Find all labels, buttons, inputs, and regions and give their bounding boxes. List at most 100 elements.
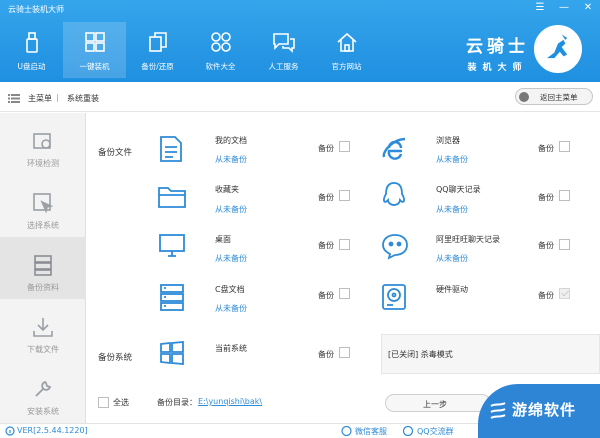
select-all-label: 全选 <box>113 398 129 407</box>
backup-label: 备份 <box>318 241 334 250</box>
item-name: 当前系统 <box>215 344 247 353</box>
item-status: 从未备份 <box>215 205 247 214</box>
folder-icon <box>158 187 186 208</box>
backup-checkbox-wangwang[interactable] <box>559 239 570 250</box>
backup-label: 备份 <box>318 193 334 202</box>
item-name: 桌面 <box>215 235 231 244</box>
document-icon <box>160 136 182 162</box>
backup-checkbox-drivers[interactable] <box>559 288 570 299</box>
window-controls: ☰ — ✕ <box>534 2 594 13</box>
sidebar-item-env-check[interactable]: 环境检测 <box>0 113 86 175</box>
database-icon <box>34 255 52 276</box>
item-name: 硬件驱动 <box>436 285 468 294</box>
copy-icon <box>148 32 167 52</box>
backup-label: 备份 <box>538 241 554 250</box>
watermark-logo-icon <box>490 402 506 419</box>
info-icon <box>5 426 15 436</box>
close-button[interactable]: ✕ <box>582 2 594 13</box>
backup-label: 备份 <box>318 350 334 359</box>
item-name: 我的文档 <box>215 136 247 145</box>
qq-group-link[interactable]: QQ交流群 <box>417 426 454 437</box>
backup-files-heading: 备份文件 <box>98 148 133 158</box>
backup-label: 备份 <box>538 144 554 153</box>
sidebar-item-install[interactable]: 安装系统 <box>0 361 86 423</box>
item-name: C盘文档 <box>215 285 245 294</box>
disk-icon <box>382 284 406 310</box>
item-status: 从未备份 <box>215 254 247 263</box>
nav-official-site[interactable]: 官方网站 <box>315 22 378 78</box>
antivirus-mode-status[interactable]: [已关闭] 杀毒模式 <box>388 349 453 360</box>
backup-label: 备份 <box>538 193 554 202</box>
sidebar: 环境检测 选择系统 备份资料 下载文件 安装系统 <box>0 113 86 423</box>
backup-checkbox-c-drive[interactable] <box>339 288 350 299</box>
version-text: VER[2.5.44.1220] <box>17 426 88 435</box>
qq-small-icon <box>403 426 413 436</box>
list-icon <box>8 94 20 103</box>
nav-label: 人工服务 <box>268 62 299 71</box>
back-arrow-icon <box>519 92 529 102</box>
item-status: 从未备份 <box>215 155 247 164</box>
apps-icon <box>210 32 231 52</box>
nav-label: 备份/还原 <box>141 62 174 71</box>
sidebar-item-select-system[interactable]: 选择系统 <box>0 175 86 237</box>
breadcrumb-root[interactable]: 主菜单 <box>28 93 52 104</box>
previous-step-button[interactable]: 上一步 <box>385 394 491 412</box>
usb-icon <box>25 32 38 53</box>
wechat-icon <box>341 426 352 436</box>
backup-checkbox-qq[interactable] <box>559 190 570 201</box>
nav-label: U盘启动 <box>17 62 46 71</box>
nav-human-service[interactable]: 人工服务 <box>252 22 315 78</box>
knight-logo-icon <box>534 25 582 73</box>
backup-label: 备份 <box>318 291 334 300</box>
backup-checkbox-favorites[interactable] <box>339 190 350 201</box>
sidebar-item-backup-data[interactable]: 备份资料 <box>0 237 86 299</box>
wangwang-icon <box>382 234 408 260</box>
backup-dir-link[interactable]: E:\yunqishi\bak\ <box>198 397 262 406</box>
backup-system-heading: 备份系统 <box>98 353 133 363</box>
nav-label: 官方网站 <box>331 62 362 71</box>
ie-icon <box>382 137 406 160</box>
check-icon <box>33 133 51 149</box>
nav-usb-boot[interactable]: U盘启动 <box>0 22 63 78</box>
nav-software[interactable]: 软件大全 <box>189 22 252 78</box>
item-status: 从未备份 <box>215 304 247 313</box>
backup-label: 备份 <box>318 144 334 153</box>
backup-checkbox-browser[interactable] <box>559 141 570 152</box>
cursor-icon <box>33 193 54 214</box>
item-name: QQ聊天记录 <box>436 185 481 194</box>
wrench-icon <box>35 380 52 397</box>
backup-checkbox-my-documents[interactable] <box>339 141 350 152</box>
nav-label: 一键装机 <box>79 62 110 71</box>
backup-checkbox-desktop[interactable] <box>339 239 350 250</box>
brand-text: 云骑士 装机大师 <box>466 37 529 73</box>
app-window: 云骑士装机大师 ☰ — ✕ U盘启动 一键装机 备份/还原 软件大全 人工服务 … <box>0 0 600 438</box>
backup-checkbox-current-system[interactable] <box>339 347 350 358</box>
download-icon <box>33 318 53 337</box>
wechat-service-link[interactable]: 微信客服 <box>355 426 387 437</box>
windows-icon <box>160 341 184 365</box>
item-status: 从未备份 <box>436 155 468 164</box>
nav-backup-restore[interactable]: 备份/还原 <box>126 22 189 78</box>
header: 云骑士装机大师 ☰ — ✕ U盘启动 一键装机 备份/还原 软件大全 人工服务 … <box>0 0 600 82</box>
breadcrumb-separator: | <box>56 93 59 102</box>
item-name: 阿里旺旺聊天记录 <box>436 235 500 244</box>
nav-one-click-install[interactable]: 一键装机 <box>63 22 126 78</box>
backup-label: 备份 <box>538 291 554 300</box>
drive-icon <box>160 284 184 311</box>
item-name: 浏览器 <box>436 136 460 145</box>
breadcrumb: 主菜单 | 系统重装 <box>0 82 600 112</box>
breadcrumb-current: 系统重装 <box>67 94 99 103</box>
watermark-badge: 游绵软件 <box>478 384 600 438</box>
home-icon <box>336 32 357 52</box>
back-to-main-button[interactable]: 返回主菜单 <box>515 88 593 105</box>
backup-dir-label: 备份目录： <box>157 398 197 407</box>
top-nav: U盘启动 一键装机 备份/还原 软件大全 人工服务 官方网站 <box>0 22 378 78</box>
item-name: 收藏夹 <box>215 185 239 194</box>
menu-button[interactable]: ☰ <box>534 2 546 13</box>
minimize-button[interactable]: — <box>558 2 570 13</box>
app-title: 云骑士装机大师 <box>8 5 64 14</box>
item-status: 从未备份 <box>436 205 468 214</box>
sidebar-item-download[interactable]: 下载文件 <box>0 299 86 361</box>
select-all-checkbox[interactable] <box>98 397 109 408</box>
nav-label: 软件大全 <box>205 62 236 71</box>
